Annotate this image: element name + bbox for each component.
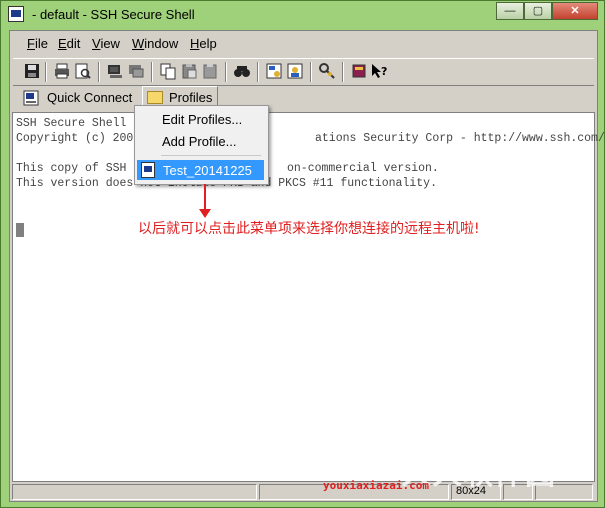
menu-item-saved-profile[interactable]: Test_20141225 <box>137 160 264 180</box>
terminal-cursor <box>16 223 24 237</box>
menu-item-label: Test_20141225 <box>163 163 252 178</box>
maximize-button[interactable]: ▢ <box>524 2 552 20</box>
terminal-area[interactable]: SSH Secure Shell Copyright (c) 200 ation… <box>12 112 605 482</box>
print-icon[interactable] <box>53 62 71 80</box>
copy-icon[interactable] <box>159 62 177 80</box>
print-preview-icon[interactable] <box>74 62 92 80</box>
profiles-dropdown-menu: Edit Profiles... Add Profile... Test_201… <box>134 105 269 185</box>
terminal-line: Copyright (c) 200 <box>16 132 134 145</box>
terminal-line: SSH Secure Shell <box>16 117 127 130</box>
profile-icon[interactable] <box>286 62 304 80</box>
menu-item-label: Add Profile... <box>162 134 237 149</box>
status-panel-main <box>12 484 257 500</box>
client-area: File Edit View Window Help ? Quick Conne… <box>9 30 605 502</box>
menu-edit[interactable]: Edit <box>58 36 80 51</box>
find-icon[interactable] <box>233 62 251 80</box>
close-button[interactable]: ✕ <box>552 2 598 20</box>
menu-item-add-profile[interactable]: Add Profile... <box>135 131 266 151</box>
profile-icon <box>141 162 155 178</box>
menu-item-label: Edit Profiles... <box>162 112 243 127</box>
quick-connect-icon <box>23 90 39 106</box>
svg-text:?: ? <box>381 65 387 78</box>
terminal-line: This copy of SSH <box>16 162 127 175</box>
menu-item-edit-profiles[interactable]: Edit Profiles... <box>135 109 266 129</box>
annotation-text: 以后就可以点击此菜单项来选择你想连接的远程主机啦! <box>138 221 480 237</box>
minimize-button[interactable]: — <box>496 2 524 20</box>
help-book-icon[interactable] <box>350 62 368 80</box>
menu-separator <box>161 155 261 156</box>
menu-view[interactable]: View <box>92 36 120 51</box>
paste-icon[interactable] <box>180 62 198 80</box>
title-bar[interactable]: - default - SSH Secure Shell — ▢ ✕ <box>1 1 604 29</box>
app-icon[interactable] <box>8 6 24 22</box>
toolbar: ? <box>13 58 594 86</box>
new-file-transfer-icon[interactable] <box>127 62 145 80</box>
quick-connect-label: Quick Connect <box>47 90 133 105</box>
terminal-line: on-commercial version. <box>287 162 439 175</box>
window-title: - default - SSH Secure Shell <box>32 7 195 22</box>
toolbar-separator <box>225 62 227 82</box>
toolbar-separator <box>151 62 153 82</box>
folder-icon <box>147 91 163 104</box>
profiles-label: Profiles <box>169 90 213 105</box>
annotation-arrow-head <box>199 209 211 218</box>
toolbar-separator <box>257 62 259 82</box>
save-icon[interactable] <box>23 62 41 80</box>
key-icon[interactable] <box>318 62 336 80</box>
whats-this-icon[interactable]: ? <box>370 62 388 80</box>
terminal-line: ations Security Corp - http://www.ssh.co… <box>315 132 605 145</box>
annotation-arrow <box>204 184 206 211</box>
toolbar-separator <box>98 62 100 82</box>
connection-toolbar: Quick Connect Profiles <box>13 86 594 110</box>
toolbar-separator <box>45 62 47 82</box>
paste-special-icon[interactable] <box>201 62 219 80</box>
app-window: - default - SSH Secure Shell — ▢ ✕ File … <box>0 0 605 508</box>
menu-file[interactable]: File <box>27 36 48 51</box>
watermark-url: youxiaxiazai.com <box>323 479 429 492</box>
menu-bar: File Edit View Window Help <box>10 31 597 56</box>
toolbar-separator <box>310 62 312 82</box>
new-terminal-icon[interactable] <box>106 62 124 80</box>
menu-help[interactable]: Help <box>190 36 217 51</box>
settings-icon[interactable] <box>265 62 283 80</box>
menu-window[interactable]: Window <box>132 36 178 51</box>
toolbar-separator <box>342 62 344 82</box>
